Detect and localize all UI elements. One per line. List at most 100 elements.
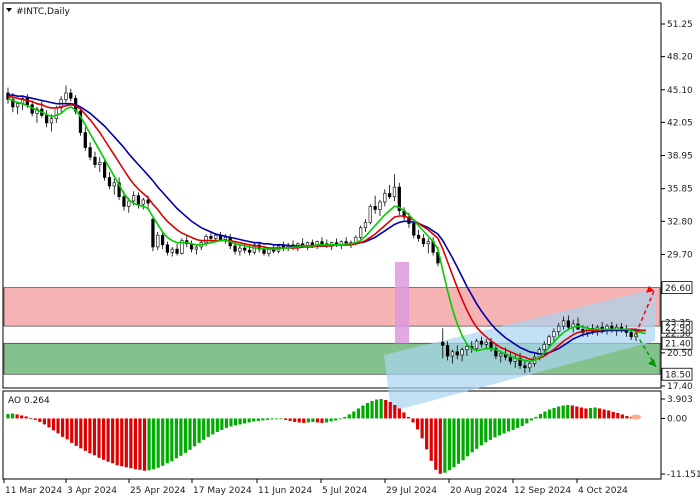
ao-bar	[293, 418, 297, 422]
candle-body	[629, 332, 633, 338]
candle-body	[528, 363, 532, 369]
candle-body	[16, 103, 20, 108]
ao-bar	[552, 407, 556, 419]
ao-bar	[484, 418, 488, 443]
ao-bar	[466, 418, 470, 457]
candle-body	[363, 222, 368, 229]
ao-bar	[215, 418, 219, 432]
ao-bar	[625, 415, 629, 419]
ao-bar	[443, 418, 447, 473]
candle-body	[542, 343, 546, 350]
candle-body	[151, 218, 155, 248]
candle-body	[484, 341, 488, 345]
candle-body	[547, 336, 551, 345]
candle-body	[131, 195, 136, 202]
ao-bar	[152, 418, 156, 470]
ao-bar	[620, 414, 624, 419]
candle-body	[238, 247, 242, 252]
candle-body	[102, 162, 107, 178]
ao-bar	[188, 418, 192, 450]
ao-bar	[279, 418, 283, 420]
candle-body	[368, 206, 372, 223]
time-tick-label: 11 Mar 2024	[5, 486, 62, 496]
candle-body	[160, 234, 165, 246]
ao-bar	[147, 418, 151, 471]
ao-bar	[111, 418, 115, 464]
candle-body	[214, 234, 218, 239]
ao-bar	[302, 418, 306, 423]
ao-bar	[229, 418, 233, 427]
candle-body	[69, 92, 73, 99]
ao-bar	[15, 414, 19, 419]
ao-bar	[343, 416, 347, 419]
ao-bar	[97, 418, 101, 458]
candle-body	[194, 246, 199, 250]
ao-bar	[38, 418, 42, 422]
candle-body	[209, 235, 213, 239]
time-axis: 11 Mar 2024 3 Apr 2024 25 Apr 2024 17 May 2…	[3, 479, 628, 496]
candle-body	[359, 227, 363, 238]
candle-body	[175, 248, 179, 254]
ao-bar	[429, 418, 433, 461]
ao-bar	[470, 418, 474, 453]
ao-bar	[320, 418, 324, 423]
ao-bar	[284, 418, 288, 420]
ao-bar	[415, 418, 420, 430]
ao-bar	[306, 418, 310, 423]
candle-body	[421, 238, 426, 245]
gap-highlight	[395, 261, 409, 344]
ao-bar	[101, 418, 106, 460]
level-label: 26.60	[661, 281, 693, 294]
level-label-text: 21.40	[665, 340, 691, 350]
price-tick-label: 29.70	[667, 250, 693, 260]
extra-price-label: 22.30	[665, 330, 691, 340]
ao-bar	[506, 418, 511, 432]
time-tick-label: 11 Jun 2024	[258, 486, 312, 496]
ao-bar	[6, 413, 10, 419]
ao-bar	[247, 418, 251, 423]
ao-bar	[238, 418, 242, 425]
candle-body	[54, 107, 58, 119]
ao-bar	[256, 418, 260, 421]
price-tick-label: 20.50	[667, 349, 693, 359]
candle-body	[499, 353, 503, 357]
candle-body	[426, 241, 430, 245]
ao-bar	[434, 418, 438, 470]
ao-bar	[561, 405, 565, 419]
ao-bar	[525, 418, 529, 424]
ao-bar	[174, 418, 178, 459]
ao-bar	[92, 418, 97, 456]
candle-body	[49, 118, 54, 124]
ao-bar	[411, 418, 415, 423]
candle-body	[465, 346, 469, 350]
ao-bar	[197, 418, 201, 443]
candle-body	[392, 186, 397, 198]
time-tick-label: 3 Apr 2024	[67, 486, 117, 496]
ao-bar	[61, 418, 65, 437]
price-tick-label: 35.85	[667, 185, 693, 195]
ao-bar	[83, 418, 87, 451]
candle-body	[136, 195, 141, 205]
ao-bar	[10, 413, 15, 419]
candle-body	[378, 201, 382, 210]
price-tick-label: 51.25	[667, 20, 693, 30]
ao-bar	[270, 418, 274, 420]
ao-bar	[479, 418, 483, 446]
ao-bar	[538, 413, 543, 419]
ao-bar	[88, 418, 92, 454]
price-tick-label: 45.10	[667, 86, 693, 96]
ao-panel-frame	[2, 390, 662, 480]
ao-bar	[475, 418, 479, 449]
ao-bar	[611, 411, 615, 419]
ao-tick-label: 0.00	[667, 414, 687, 424]
ao-bar	[288, 418, 292, 421]
candle-body	[88, 147, 92, 158]
price-tick-label: 48.20	[667, 53, 693, 63]
candle-body	[373, 206, 377, 210]
candle-body	[489, 341, 493, 349]
chart-svg: 51.25 48.20 45.10 42.05 38.95 35.85 32.80 29.70…	[2, 2, 700, 496]
ao-bar	[315, 418, 320, 423]
price-axis: 51.25 48.20 45.10 42.05 38.95 35.85 32.80 29.70…	[661, 20, 693, 392]
candle-body	[243, 247, 247, 251]
ao-bar	[261, 418, 265, 421]
